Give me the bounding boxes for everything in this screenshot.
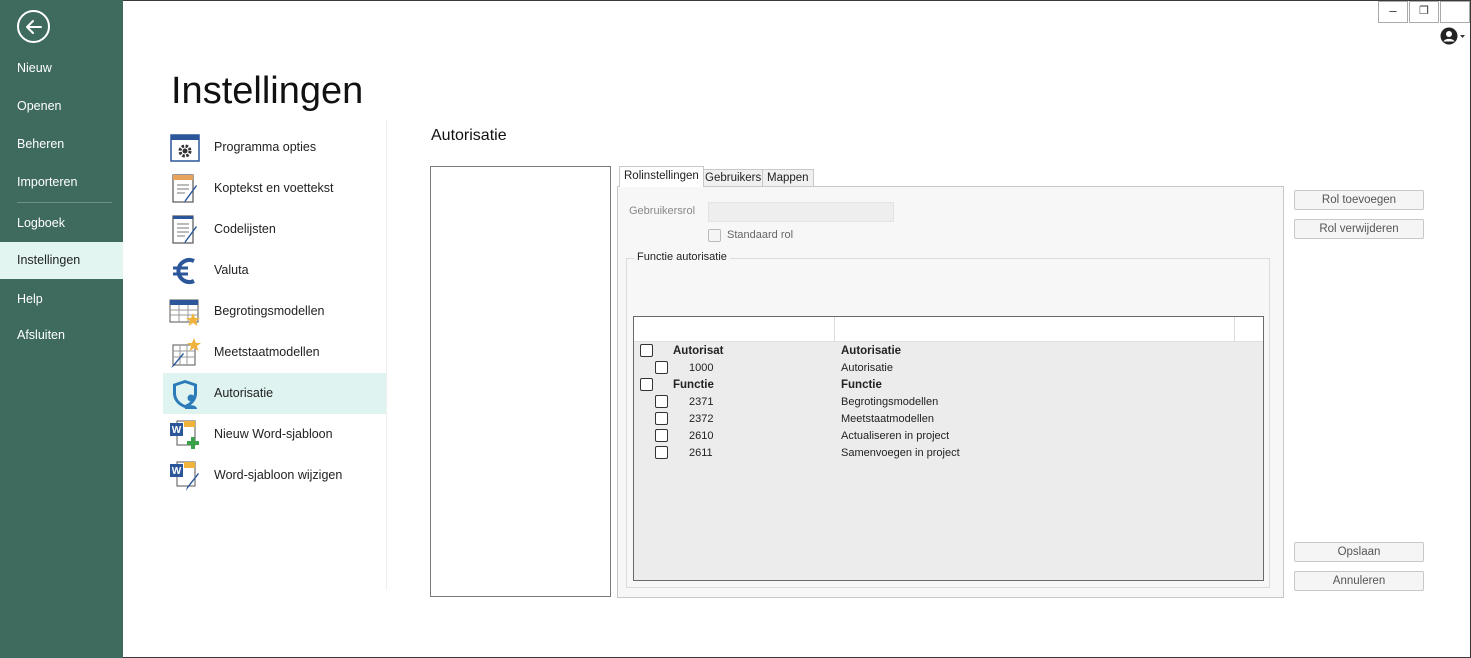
nav-item-instellingen[interactable]: Instellingen (0, 242, 123, 279)
cancel-button[interactable]: Annuleren (1294, 571, 1424, 591)
settings-item-autorisatie[interactable]: Autorisatie (163, 373, 386, 414)
nav-item-nieuw[interactable]: Nieuw (0, 50, 123, 86)
remove-role-button[interactable]: Rol verwijderen (1294, 219, 1424, 239)
settings-item-label: Word-sjabloon wijzigen (214, 468, 343, 482)
list-edit-icon (172, 215, 197, 244)
row-checkbox[interactable] (655, 446, 668, 459)
tree-row[interactable]: 2371 Begrotingsmodellen (634, 394, 1263, 411)
row-checkbox[interactable] (655, 429, 668, 442)
settings-item-label: Meetstaatmodellen (214, 345, 320, 359)
tab-gebruikers[interactable]: Gebruikers (700, 169, 767, 187)
back-button[interactable] (17, 10, 50, 43)
tree-row[interactable]: 1000 Autorisatie (634, 360, 1263, 377)
settings-item-valuta[interactable]: Valuta (163, 250, 386, 291)
settings-item-label: Codelijsten (214, 222, 276, 236)
restore-button[interactable]: ❐ (1409, 1, 1439, 23)
role-list[interactable] (430, 166, 611, 597)
row-name: Functie (841, 379, 882, 391)
euro-icon (173, 258, 195, 284)
minimize-icon: – (1389, 3, 1397, 18)
row-code: 2611 (689, 447, 713, 459)
row-name: Actualiseren in project (841, 430, 950, 442)
settings-item-label: Nieuw Word-sjabloon (214, 427, 333, 441)
grid-star-pencil-icon (171, 338, 201, 368)
default-role-label: Standaard rol (727, 229, 794, 241)
settings-item-nieuw-word-sjabloon[interactable]: W Nieuw Word-sjabloon (163, 414, 386, 455)
settings-item-codelijsten[interactable]: Codelijsten (163, 209, 386, 250)
settings-item-word-sjabloon-wijzigen[interactable]: W Word-sjabloon wijzigen (163, 455, 386, 496)
nav-item-logboek[interactable]: Logboek (0, 205, 123, 241)
row-checkbox[interactable] (655, 395, 668, 408)
nav-item-openen[interactable]: Openen (0, 88, 123, 124)
column-separator[interactable] (834, 317, 835, 342)
row-code: 2371 (689, 396, 714, 408)
tree-row[interactable]: Functie Functie (634, 377, 1263, 394)
row-checkbox[interactable] (655, 412, 668, 425)
save-button[interactable]: Opslaan (1294, 542, 1424, 562)
row-code: Functie (673, 379, 714, 391)
tree-row[interactable]: 2610 Actualiseren in project (634, 428, 1263, 445)
row-code: 1000 (689, 362, 714, 374)
row-checkbox[interactable] (655, 361, 668, 374)
user-account-icon (1440, 27, 1465, 45)
user-role-label: Gebruikersrol (629, 205, 696, 217)
row-code: Autorisat (673, 345, 724, 357)
row-name: Autorisatie (841, 345, 902, 357)
function-auth-group-label: Functie autorisatie (634, 251, 730, 263)
tab-rolinstellingen[interactable]: Rolinstellingen (619, 166, 704, 187)
settings-divider (386, 120, 387, 590)
minimize-button[interactable]: – (1378, 1, 1408, 23)
row-checkbox[interactable] (640, 344, 653, 357)
tab-mappen[interactable]: Mappen (762, 169, 814, 187)
document-edit-icon (172, 174, 197, 203)
function-auth-tree[interactable]: Autorisat Autorisatie 1000 Autorisatie F… (633, 316, 1264, 581)
svg-text:W: W (172, 466, 182, 477)
settings-item-programma-opties[interactable]: Programma opties (163, 127, 386, 168)
section-title: Autorisatie (431, 127, 507, 144)
settings-item-begrotingsmodellen[interactable]: Begrotingsmodellen (163, 291, 386, 332)
shield-user-icon (173, 380, 197, 409)
tree-row[interactable]: Autorisat Autorisatie (634, 343, 1263, 360)
settings-item-label: Koptekst en voettekst (214, 181, 334, 195)
column-separator[interactable] (1234, 317, 1235, 342)
page-title: Instellingen (171, 70, 364, 112)
grid-header (634, 317, 1263, 342)
settings-item-label: Begrotingsmodellen (214, 304, 325, 318)
nav-item-afsluiten[interactable]: Afsluiten (0, 317, 123, 353)
account-menu[interactable] (1440, 27, 1466, 50)
tree-row[interactable]: 2372 Meetstaatmodellen (634, 411, 1263, 428)
tree-row[interactable]: 2611 Samenvoegen in project (634, 445, 1263, 462)
settings-list: Programma opties Koptekst en voettekst C… (163, 127, 386, 496)
row-name: Samenvoegen in project (841, 447, 960, 459)
restore-icon: ❐ (1419, 5, 1429, 17)
gear-window-icon (170, 134, 200, 162)
nav-item-beheren[interactable]: Beheren (0, 126, 123, 162)
nav-divider (17, 202, 112, 203)
row-checkbox[interactable] (640, 378, 653, 391)
settings-item-meetstaatmodellen[interactable]: Meetstaatmodellen (163, 332, 386, 373)
close-button[interactable] (1440, 1, 1470, 23)
word-add-icon: W (170, 420, 199, 449)
settings-item-label: Programma opties (214, 140, 317, 154)
row-name: Begrotingsmodellen (841, 396, 939, 408)
settings-item-label: Autorisatie (214, 386, 274, 400)
row-code: 2372 (689, 413, 714, 425)
backstage-nav: Nieuw Openen Beheren Importeren Logboek … (0, 0, 123, 658)
row-name: Autorisatie (841, 362, 893, 374)
table-star-icon (169, 299, 200, 326)
arrow-left-icon (26, 20, 42, 34)
user-role-input[interactable] (708, 202, 894, 222)
svg-text:W: W (172, 425, 182, 436)
nav-item-importeren[interactable]: Importeren (0, 164, 123, 200)
settings-item-koptekst[interactable]: Koptekst en voettekst (163, 168, 386, 209)
word-edit-icon: W (170, 461, 199, 491)
settings-item-label: Valuta (214, 263, 249, 277)
default-role-checkbox[interactable] (708, 229, 721, 242)
row-name: Meetstaatmodellen (841, 413, 934, 425)
add-role-button[interactable]: Rol toevoegen (1294, 190, 1424, 210)
row-code: 2610 (689, 430, 714, 442)
nav-item-help[interactable]: Help (0, 281, 123, 317)
